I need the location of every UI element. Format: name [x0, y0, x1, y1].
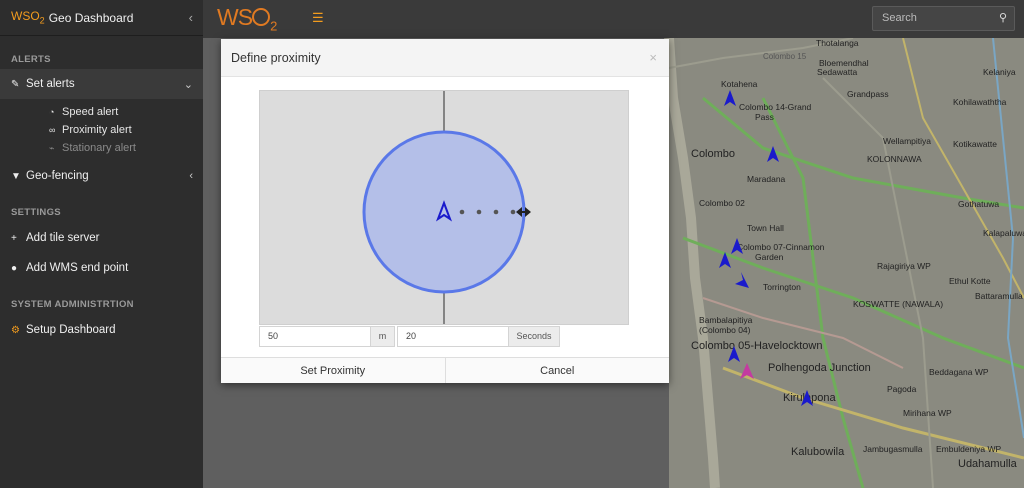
- brand-title: Geo Dashboard: [48, 10, 134, 25]
- sidebar-item-setup-dashboard[interactable]: ⚙ Setup Dashboard: [0, 315, 203, 345]
- link-icon: ∞: [49, 125, 56, 135]
- proximity-circle: [362, 130, 526, 294]
- time-unit-addon: Seconds: [508, 326, 560, 347]
- filter-icon: ▼: [11, 170, 21, 182]
- sidebar-item-label: Add tile server: [26, 232, 100, 244]
- define-proximity-modal: Define proximity × 50 m 20 Seconds Set P…: [221, 39, 669, 383]
- sidebar-item-label: Setup Dashboard: [26, 324, 116, 336]
- alerts-section-header: ALERTS: [11, 54, 51, 65]
- top-bar: WS 2 ☰ Search ⚲: [203, 0, 1024, 38]
- menu-toggle-icon[interactable]: ☰: [312, 10, 324, 26]
- system-admin-section-header: SYSTEM ADMINISTRTION: [11, 299, 134, 310]
- sidebar-item-stationary-alert[interactable]: ⌁ Stationary alert: [0, 139, 203, 157]
- proximity-canvas[interactable]: [259, 90, 629, 325]
- vehicle-marker-icon: [724, 90, 736, 106]
- collapse-sidebar-icon[interactable]: ‹: [189, 10, 193, 25]
- distance-unit-addon: m: [370, 326, 395, 347]
- vehicle-marker-icon: [728, 346, 740, 362]
- settings-section-header: SETTINGS: [11, 207, 61, 218]
- vehicle-marker-icon: [731, 238, 743, 254]
- wso2-logo: WS 2: [217, 4, 277, 34]
- sidebar-item-add-tile-server[interactable]: + Add tile server: [0, 223, 203, 253]
- globe-icon: ●: [11, 262, 18, 274]
- modal-header: Define proximity ×: [221, 39, 669, 77]
- edit-icon: ✎: [11, 78, 20, 90]
- sidebar-item-label: Speed alert: [62, 106, 119, 118]
- vehicle-marker-icon: [735, 272, 749, 288]
- modal-title: Define proximity: [231, 50, 321, 65]
- sidebar: WSO2 Geo Dashboard ‹ ALERTS ✎ Set alerts…: [0, 0, 203, 488]
- unlink-icon: ⌁: [49, 142, 55, 153]
- cogs-icon: ⚙: [11, 324, 20, 336]
- sidebar-item-label: Stationary alert: [62, 142, 136, 154]
- plus-icon: +: [11, 232, 17, 244]
- vehicle-marker-icon: [767, 146, 779, 162]
- vehicle-marker-icon: [801, 390, 813, 406]
- modal-footer: Set Proximity Cancel: [221, 357, 669, 383]
- vehicle-marker-icon: [719, 252, 731, 268]
- sidebar-item-label: Add WMS end point: [26, 262, 129, 274]
- distance-input[interactable]: 50: [259, 326, 371, 347]
- sidebar-item-label: Set alerts: [26, 78, 75, 90]
- sidebar-item-geo-fencing[interactable]: ▼ Geo-fencing ‹: [0, 161, 203, 191]
- sidebar-item-speed-alert[interactable]: ◔ Speed alert: [0, 103, 203, 121]
- cancel-button[interactable]: Cancel: [444, 358, 669, 383]
- set-proximity-button[interactable]: Set Proximity: [221, 358, 445, 383]
- sidebar-item-label: Proximity alert: [62, 124, 132, 136]
- chevron-left-icon: ‹: [189, 170, 193, 182]
- time-input[interactable]: 20: [397, 326, 509, 347]
- brand-logo: WSO2: [11, 9, 45, 26]
- brand-header: WSO2 Geo Dashboard ‹: [0, 0, 203, 36]
- sidebar-item-label: Geo-fencing: [26, 170, 89, 182]
- close-icon[interactable]: ×: [649, 50, 657, 65]
- sidebar-item-add-wms[interactable]: ● Add WMS end point: [0, 253, 203, 283]
- sidebar-item-proximity-alert[interactable]: ∞ Proximity alert: [0, 121, 203, 139]
- proximity-drawing: [362, 91, 531, 324]
- sidebar-item-set-alerts[interactable]: ✎ Set alerts ⌄: [0, 69, 203, 99]
- search-icon[interactable]: ⚲: [999, 7, 1007, 30]
- search-input[interactable]: Search ⚲: [872, 6, 1015, 31]
- chevron-down-icon: ⌄: [183, 78, 193, 91]
- vehicle-marker-alt-icon: [740, 363, 754, 379]
- search-placeholder: Search: [882, 12, 917, 24]
- speedometer-icon: ◔: [49, 107, 55, 117]
